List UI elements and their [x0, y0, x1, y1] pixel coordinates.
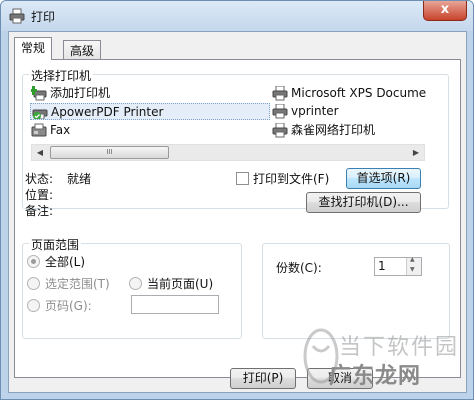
find-printer-button[interactable]: 查找打印机(D)... — [306, 192, 421, 213]
print-button[interactable]: 打印(P) — [230, 368, 296, 389]
window-title: 打印 — [31, 10, 56, 24]
printer-icon — [272, 104, 288, 119]
scroll-left-icon[interactable]: ◀ — [32, 145, 48, 160]
printer-item-apowerpdf[interactable]: ApowerPDF Printer — [30, 103, 270, 120]
tab-advanced[interactable]: 高级 — [63, 40, 102, 61]
printer-icon — [272, 123, 288, 138]
scroll-right-icon[interactable]: ▶ — [408, 145, 424, 160]
default-printer-icon — [32, 109, 48, 119]
printer-name: 添加打印机 — [50, 86, 111, 100]
select-printer-label: 选择打印机 — [29, 67, 94, 84]
close-button[interactable]: x — [423, 1, 467, 21]
spin-down-icon[interactable]: ▼ — [410, 266, 415, 273]
printer-name: ApowerPDF Printer — [51, 105, 164, 119]
preferences-button[interactable]: 首选项(R) — [346, 168, 421, 189]
copies-input[interactable]: 1 ▲ ▼ — [374, 256, 422, 276]
copies-value: 1 — [378, 259, 386, 273]
printer-name: Fax — [50, 123, 71, 137]
printer-item-vprinter[interactable]: vprinter — [271, 103, 447, 120]
add-printer-icon — [31, 86, 47, 101]
page-range-group: 页面范围 全部(L) 选定范围(T) 当前页面(U) 页码(G): — [22, 236, 242, 339]
status-label: 状态: — [25, 172, 54, 186]
radio-current-page[interactable] — [129, 277, 142, 290]
printer-name: Microsoft XPS Docume — [291, 86, 427, 100]
printer-name: 森雀网络打印机 — [291, 123, 376, 137]
radio-pages[interactable] — [27, 299, 40, 312]
spin-up-icon[interactable]: ▲ — [410, 256, 415, 263]
radio-all[interactable] — [27, 255, 40, 268]
printer-icon — [9, 8, 25, 24]
fax-icon — [31, 123, 47, 137]
printer-name: vprinter — [291, 104, 339, 118]
printer-item-xps[interactable]: Microsoft XPS Docume — [271, 85, 447, 102]
radio-all-label: 全部(L) — [45, 255, 86, 269]
scroll-thumb[interactable]: III — [50, 146, 169, 159]
watermark-overlay: 当下软件园 广东龙网 — [301, 324, 473, 398]
status-value: 就绪 — [67, 172, 92, 186]
horizontal-scrollbar[interactable]: ◀ III ▶ — [31, 144, 425, 161]
copies-label: 份数(C): — [276, 261, 322, 275]
select-printer-group: 选择打印机 添加打印机 ApowerPDF Printer Fax Micros… — [22, 67, 449, 218]
radio-selection-label: 选定范围(T) — [45, 277, 110, 291]
print-to-file-checkbox[interactable] — [236, 172, 249, 185]
print-dialog-window: 打印 x 常规 高级 选择打印机 添加打印机 ApowerPDF Printer… — [0, 0, 474, 400]
radio-current-page-label: 当前页面(U) — [147, 277, 214, 291]
tab-general[interactable]: 常规 — [14, 37, 53, 60]
comment-label: 备注: — [25, 204, 54, 218]
title-bar[interactable]: 打印 x — [1, 1, 473, 31]
radio-pages-label: 页码(G): — [45, 299, 92, 313]
printer-item-add[interactable]: 添加打印机 — [30, 85, 250, 102]
location-label: 位置: — [25, 188, 54, 202]
page-range-label: 页面范围 — [29, 236, 82, 253]
watermark-text-1: 当下软件园 — [339, 335, 460, 360]
printer-icon — [272, 86, 288, 101]
radio-selection[interactable] — [27, 277, 40, 290]
printer-item-network[interactable]: 森雀网络打印机 — [271, 122, 447, 139]
printer-item-fax[interactable]: Fax — [30, 122, 250, 139]
pages-input[interactable] — [131, 295, 219, 314]
print-to-file-label: 打印到文件(F) — [253, 172, 330, 186]
watermark-text-2: 广东龙网 — [329, 364, 422, 389]
copies-spinner[interactable]: ▲ ▼ — [406, 256, 421, 275]
